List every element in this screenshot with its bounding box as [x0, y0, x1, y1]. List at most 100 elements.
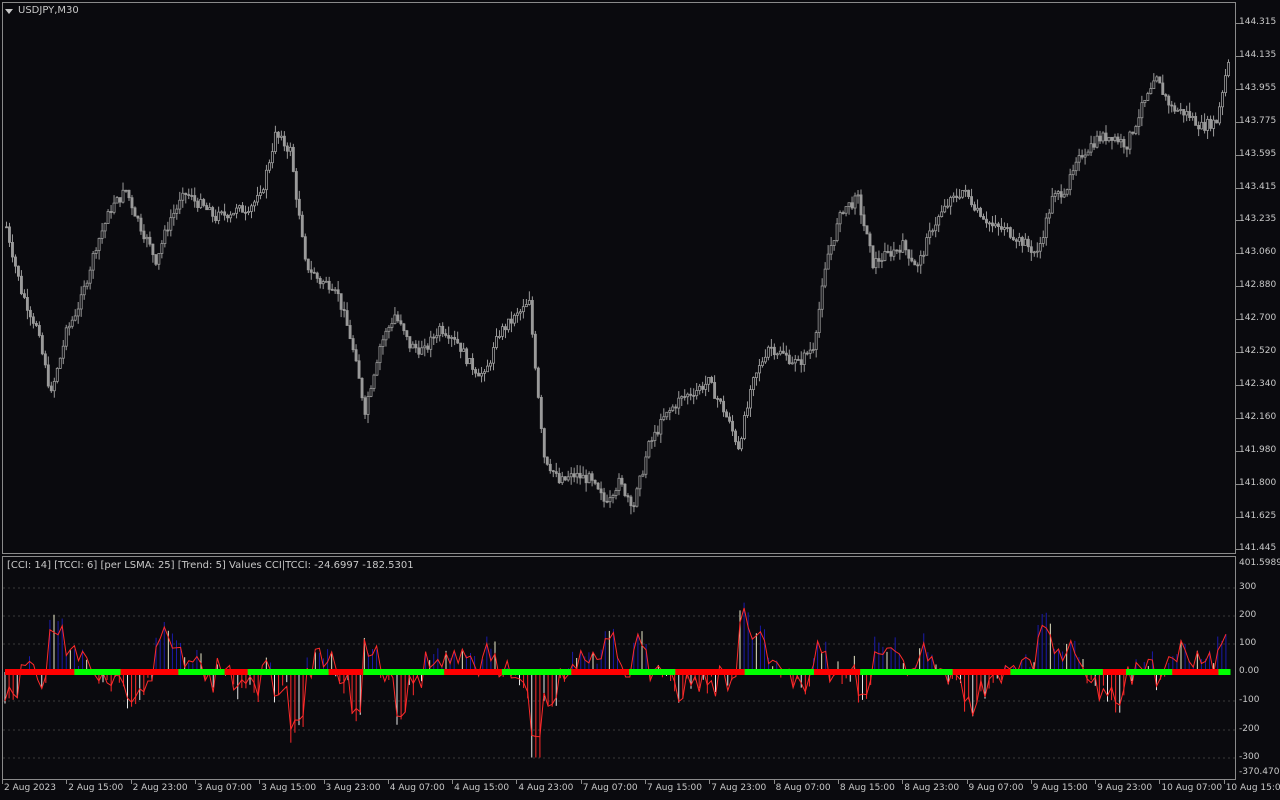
trend-segment	[675, 669, 688, 675]
trend-segment	[975, 669, 988, 675]
trend-segment	[594, 669, 607, 675]
time-tick	[66, 780, 68, 784]
indicator-max-label: 401.5989	[1239, 558, 1280, 568]
time-axis-label: 3 Aug 15:00	[261, 783, 317, 793]
trend-segment	[837, 669, 850, 675]
trend-segment	[467, 669, 480, 675]
trend-segment	[686, 669, 699, 675]
trend-segment	[97, 669, 110, 675]
trend-segment	[201, 669, 214, 675]
trend-segment	[386, 669, 399, 675]
trend-segment	[213, 669, 226, 675]
trend-segment	[259, 669, 272, 675]
indicator-plot	[3, 587, 1235, 759]
trend-segment	[409, 669, 422, 675]
trend-segment	[1033, 669, 1046, 675]
trend-segment	[929, 669, 942, 675]
time-tick	[1223, 780, 1225, 784]
trend-segment	[1172, 669, 1185, 675]
trend-segment	[189, 669, 202, 675]
trend-segment	[5, 669, 18, 675]
trend-segment	[779, 669, 792, 675]
indicator-level-label: -100	[1239, 695, 1260, 705]
trend-segment	[582, 669, 595, 675]
time-axis-label: 3 Aug 23:00	[325, 783, 381, 793]
trend-segment	[1114, 669, 1127, 675]
trend-segment	[1079, 669, 1092, 675]
time-tick	[837, 780, 839, 784]
time-tick	[387, 780, 389, 784]
trend-segment	[617, 669, 630, 675]
time-tick	[1030, 780, 1032, 784]
trend-segment	[166, 669, 179, 675]
trend-segment	[848, 669, 861, 675]
trend-segment	[305, 669, 318, 675]
price-axis-label: 141.800	[1239, 477, 1277, 488]
trend-segment	[1056, 669, 1069, 675]
indicator-level-label: 300	[1239, 582, 1257, 592]
time-tick	[516, 780, 518, 784]
trend-segment	[1125, 669, 1139, 675]
time-axis-label: 7 Aug 07:00	[582, 783, 638, 793]
time-axis-label: 3 Aug 07:00	[196, 783, 252, 793]
trend-segment	[571, 669, 584, 675]
price-axis-label: 143.415	[1239, 181, 1277, 192]
price-axis-label: 141.980	[1239, 444, 1277, 455]
trend-segment	[247, 669, 260, 675]
time-tick	[2, 780, 3, 784]
trend-segment	[629, 669, 642, 675]
trend-segment	[397, 669, 410, 675]
price-axis-label: 143.775	[1239, 115, 1277, 126]
time-axis-label: 4 Aug 15:00	[454, 783, 510, 793]
trend-segment	[941, 669, 954, 675]
trend-segment	[733, 669, 746, 675]
trend-bar	[5, 669, 1231, 675]
trend-segment	[109, 669, 122, 675]
trend-segment	[120, 669, 133, 675]
trend-segment	[860, 669, 873, 675]
trend-segment	[1195, 669, 1208, 675]
time-axis-label: 7 Aug 15:00	[647, 783, 702, 793]
trend-segment	[374, 669, 387, 675]
price-axis-label: 143.595	[1239, 148, 1277, 159]
trend-segment	[178, 669, 191, 675]
trend-segment	[1160, 669, 1173, 675]
price-axis-label: 143.235	[1239, 214, 1277, 225]
trend-segment	[1137, 669, 1150, 675]
trend-segment	[51, 669, 64, 675]
trend-segment	[39, 669, 52, 675]
trend-segment	[143, 669, 156, 675]
time-axis-label: 9 Aug 23:00	[1097, 783, 1153, 793]
time-axis-label: 2 Aug 23:00	[132, 783, 188, 793]
trend-segment	[1068, 669, 1081, 675]
trend-segment	[270, 669, 283, 675]
trend-segment	[525, 669, 538, 675]
trend-segment	[998, 669, 1011, 675]
trend-segment	[501, 669, 514, 675]
price-axis-label: 142.160	[1239, 411, 1277, 422]
trend-segment	[1045, 669, 1058, 675]
time-tick	[259, 780, 261, 784]
trend-segment	[536, 669, 549, 675]
trend-segment	[1091, 669, 1104, 675]
time-tick	[773, 780, 775, 784]
price-axis-label: 144.135	[1239, 49, 1277, 60]
indicator-level-label: -300	[1239, 752, 1260, 762]
price-axis-label: 141.445	[1239, 543, 1277, 554]
time-tick	[130, 780, 132, 784]
trend-segment	[74, 669, 87, 675]
time-axis-label: 9 Aug 15:00	[1032, 783, 1088, 793]
trend-segment	[813, 669, 827, 675]
time-tick	[1095, 780, 1097, 784]
price-axis-label: 142.880	[1239, 280, 1277, 291]
time-axis-label: 8 Aug 23:00	[904, 783, 960, 793]
trend-segment	[1218, 669, 1231, 675]
trading-terminal: USDJPY,M30 [CCI: 14] [TCCI: 6] [per LSMA…	[0, 0, 1280, 800]
trend-segment	[906, 669, 919, 675]
trend-segment	[432, 669, 445, 675]
price-axis-label: 142.700	[1239, 313, 1277, 324]
time-tick	[966, 780, 968, 784]
indicator-level-label: 200	[1239, 610, 1257, 620]
time-axis-label: 10 Aug 07:00	[1161, 783, 1223, 793]
trend-segment	[224, 669, 237, 675]
